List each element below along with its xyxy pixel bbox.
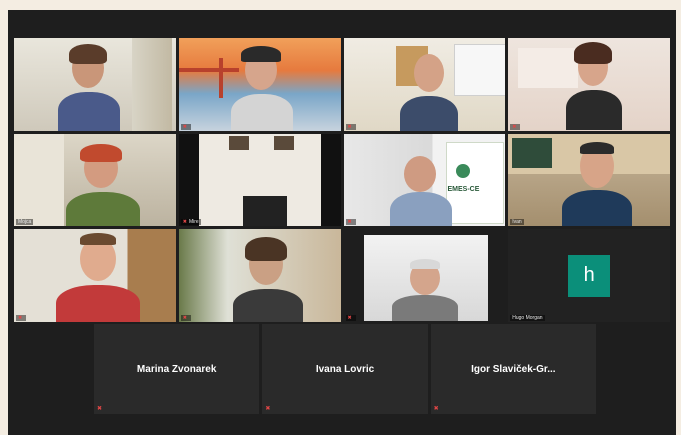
- banner-text: EMES-CE: [447, 185, 480, 193]
- participant-name: Marina Zvonarek: [136, 363, 217, 375]
- video-tile[interactable]: Mojca: [14, 133, 176, 227]
- participant-name: ✖: [345, 123, 356, 130]
- participant-name: ✖: [345, 219, 356, 226]
- participant-name: ✖: [16, 314, 27, 321]
- video-tile[interactable]: ✖: [178, 38, 341, 131]
- participant-name: ✖: [510, 123, 521, 130]
- video-tile[interactable]: ✖ Mire: [178, 133, 341, 227]
- muted-mic-icon: ✖: [433, 406, 439, 412]
- participant-name: Igor Slaviček-Gr...: [471, 363, 556, 375]
- muted-mic-icon: ✖: [97, 406, 103, 412]
- participant-name: ✖: [180, 123, 191, 130]
- participant-name: Ivana Lovric: [315, 363, 375, 375]
- muted-mic-icon: ✖: [182, 314, 187, 321]
- muted-mic-icon: ✖: [18, 314, 23, 321]
- muted-mic-icon: ✖: [182, 123, 187, 130]
- muted-mic-icon: ✖: [512, 123, 517, 130]
- video-call-window: ✖ ✖ ✖ Mojca ✖ Mire EMES-CE ✖ Ivan ✖ ✖ ✖ …: [8, 10, 676, 435]
- muted-mic-icon: ✖: [347, 314, 352, 321]
- video-grid: ✖ ✖ ✖ Mojca ✖ Mire EMES-CE ✖ Ivan ✖ ✖ ✖ …: [14, 38, 670, 322]
- video-tile[interactable]: ✖: [178, 229, 341, 322]
- participant-name: Ivan: [510, 219, 524, 226]
- video-tile[interactable]: ✖: [343, 229, 506, 322]
- audio-tile[interactable]: Igor Slaviček-Gr... ✖: [430, 324, 596, 414]
- muted-mic-icon: ✖: [265, 406, 271, 412]
- video-tile[interactable]: ✖: [343, 38, 506, 131]
- participant-name: ✖ Mire: [180, 219, 201, 226]
- video-tile-active[interactable]: Ivan: [508, 133, 670, 227]
- muted-mic-icon: ✖: [347, 219, 352, 226]
- participant-avatar: h: [568, 254, 611, 297]
- video-tile[interactable]: ✖: [508, 38, 670, 131]
- muted-mic-icon: ✖: [347, 123, 352, 130]
- participant-name: Mojca: [16, 219, 34, 226]
- audio-only-participants: Marina Zvonarek ✖ Ivana Lovric ✖ Igor Sl…: [94, 324, 596, 414]
- participant-name: ✖: [180, 314, 191, 321]
- video-tile[interactable]: [14, 38, 176, 131]
- video-tile[interactable]: ✖: [14, 229, 176, 322]
- video-tile[interactable]: EMES-CE ✖: [343, 133, 506, 227]
- muted-mic-icon: ✖: [182, 219, 187, 226]
- participant-name: Hugo Morgan: [510, 314, 545, 321]
- audio-tile[interactable]: Marina Zvonarek ✖: [94, 324, 260, 414]
- video-tile[interactable]: h Hugo Morgan: [508, 229, 670, 322]
- participant-name: ✖: [345, 314, 356, 321]
- audio-tile[interactable]: Ivana Lovric ✖: [262, 324, 428, 414]
